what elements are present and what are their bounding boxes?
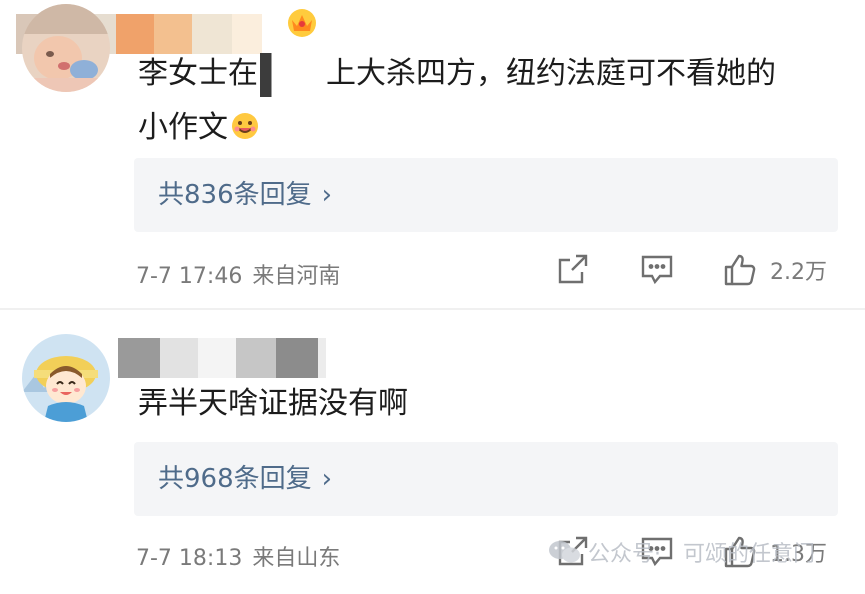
view-replies-link[interactable]: 共968条回复 › — [158, 442, 332, 516]
weibo-comment-list: { "comments": [ { "text": "李女士在", "text_… — [0, 0, 865, 594]
user-avatar[interactable] — [22, 4, 110, 92]
comment-text-line2: 小作文 — [138, 98, 260, 158]
share-button[interactable] — [556, 252, 590, 286]
user-avatar[interactable] — [22, 334, 110, 422]
chevron-right-icon: › — [321, 464, 333, 494]
timestamp: 7-7 17:46 — [136, 264, 243, 289]
location-source: 来自河南 — [252, 264, 341, 289]
comment-text-start: 李女士在 — [138, 56, 258, 91]
thumbs-up-icon — [724, 254, 756, 286]
share-edit-icon — [558, 254, 588, 284]
comment-meta: 7-7 18:13 来自山东 — [136, 540, 340, 572]
view-replies-link[interactable]: 共836条回复 › — [158, 158, 332, 232]
timestamp: 7-7 18:13 — [136, 546, 243, 571]
redacted-segment — [260, 52, 324, 97]
comment-text: 弄半天啥证据没有啊 — [138, 386, 408, 421]
reply-count-text: 共836条回复 — [158, 180, 312, 210]
comment-text-line2-text: 小作文 — [138, 110, 228, 145]
crown-badge-icon — [288, 9, 316, 37]
chevron-right-icon: › — [321, 180, 333, 210]
watermark-platform: 公众号· — [588, 542, 661, 567]
replies-panel[interactable]: 共836条回复 › — [134, 158, 838, 232]
like-button[interactable]: 2.2万 — [722, 252, 827, 288]
wechat-logo-icon — [549, 541, 580, 563]
location-source: 来自山东 — [252, 546, 341, 571]
comment-button[interactable] — [640, 252, 674, 286]
comment-bubble-icon — [641, 255, 673, 285]
comment-item: 李女士在 上大杀四方，纽约法庭可不看她的 小作文 共836条回复 › 7-7 17:… — [0, 0, 865, 306]
reply-count-text: 共968条回复 — [158, 464, 312, 494]
replies-panel[interactable]: 共968条回复 › — [134, 442, 838, 516]
comment-text-rest: 上大杀四方，纽约法庭可不看她的 — [326, 56, 776, 91]
comment-divider — [0, 308, 865, 310]
like-count: 2.2万 — [770, 260, 827, 285]
watermark: 公众号· 可颂的任意门 — [548, 536, 815, 568]
username-redacted[interactable] — [118, 338, 326, 378]
comment-meta: 7-7 17:46 来自河南 — [136, 258, 340, 290]
comment-text: 李女士在 上大杀四方，纽约法庭可不看她的 — [138, 44, 776, 104]
watermark-account: 可颂的任意门 — [683, 542, 816, 567]
vip-badge — [286, 6, 318, 38]
smiling-emoji-icon — [232, 113, 258, 139]
